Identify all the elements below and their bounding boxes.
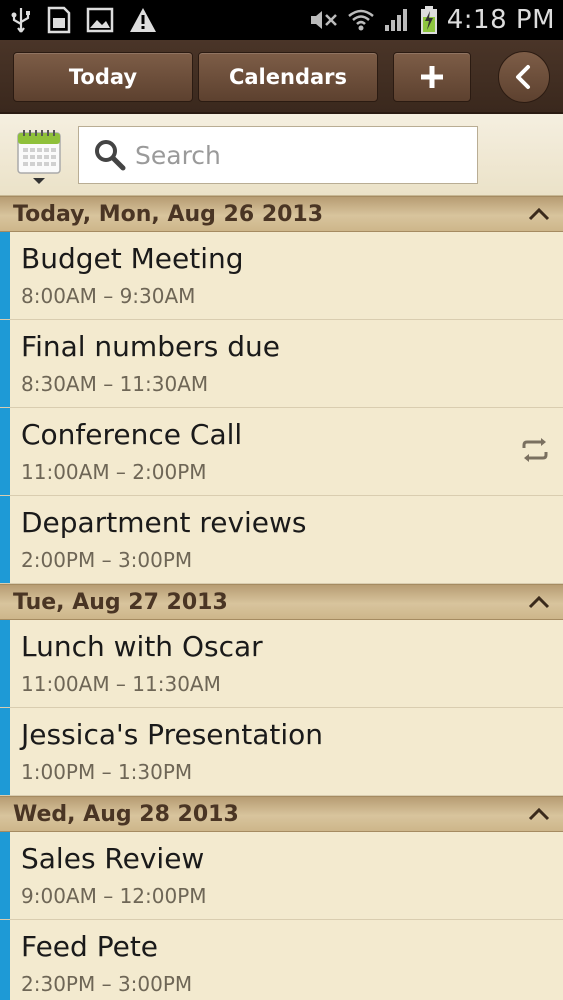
event-time: 8:30AM – 11:30AM [21,372,209,396]
event-row[interactable]: Conference Call 11:00AM – 2:00PM [0,408,563,496]
status-bar: 4:18 PM [0,0,563,40]
repeat-icon [519,436,551,464]
calendar-color-stripe [0,708,10,795]
calendar-color-stripe [0,320,10,407]
event-title: Jessica's Presentation [21,718,324,751]
event-row[interactable]: Feed Pete 2:30PM – 3:00PM [0,920,563,1000]
event-list: Today, Mon, Aug 26 2013 Budget Meeting 8:0… [0,196,563,1000]
event-title: Lunch with Oscar [21,630,263,663]
warning-icon [128,5,158,35]
today-button[interactable]: Today [13,52,193,102]
event-row[interactable]: Department reviews 2:00PM – 3:00PM [0,496,563,584]
calendars-button[interactable]: Calendars [198,52,378,102]
calendar-color-stripe [0,408,10,495]
search-box[interactable] [78,126,478,184]
day-header[interactable]: Wed, Aug 28 2013 [0,796,563,832]
event-title: Department reviews [21,506,307,539]
event-time: 9:00AM – 12:00PM [21,884,207,908]
search-row [0,114,563,196]
sd-card-icon [46,5,72,35]
calendar-color-stripe [0,232,10,319]
event-row[interactable]: Jessica's Presentation 1:00PM – 1:30PM [0,708,563,796]
collapse-chevron-up-icon[interactable] [525,201,553,227]
calendar-icon [17,130,61,184]
no-sound-icon [307,5,339,35]
search-input[interactable] [135,140,455,170]
battery-charging-icon [419,5,439,35]
event-title: Final numbers due [21,330,280,363]
event-row[interactable]: Budget Meeting 8:00AM – 9:30AM [0,232,563,320]
calendar-color-stripe [0,620,10,707]
day-header-title: Tue, Aug 27 2013 [13,589,228,615]
collapse-chevron-up-icon[interactable] [525,801,553,827]
back-button[interactable] [498,51,550,103]
event-row[interactable]: Sales Review 9:00AM – 12:00PM [0,832,563,920]
day-header-title: Wed, Aug 28 2013 [13,801,239,827]
signal-icon [383,5,411,35]
add-event-button[interactable] [393,52,471,102]
plus-icon [421,66,443,88]
event-time: 11:00AM – 11:30AM [21,672,221,696]
image-icon [86,5,114,35]
event-time: 1:00PM – 1:30PM [21,760,193,784]
search-icon [93,138,127,172]
usb-icon [10,5,32,35]
calendar-color-stripe [0,496,10,583]
event-title: Sales Review [21,842,205,875]
day-header-title: Today, Mon, Aug 26 2013 [13,201,324,227]
event-time: 2:30PM – 3:00PM [21,972,193,996]
event-title: Conference Call [21,418,243,451]
calendar-color-stripe [0,920,10,1000]
back-arrow-icon [516,65,530,89]
day-header[interactable]: Today, Mon, Aug 26 2013 [0,196,563,232]
wifi-icon [347,5,375,35]
collapse-chevron-up-icon[interactable] [525,589,553,615]
event-time: 11:00AM – 2:00PM [21,460,207,484]
event-title: Budget Meeting [21,242,244,275]
event-time: 2:00PM – 3:00PM [21,548,193,572]
calendar-view-selector[interactable] [16,129,62,185]
event-title: Feed Pete [21,930,159,963]
calendar-color-stripe [0,832,10,919]
event-row[interactable]: Lunch with Oscar 11:00AM – 11:30AM [0,620,563,708]
event-time: 8:00AM – 9:30AM [21,284,196,308]
day-header[interactable]: Tue, Aug 27 2013 [0,584,563,620]
top-toolbar: Today Calendars [0,40,563,114]
event-row[interactable]: Final numbers due 8:30AM – 11:30AM [0,320,563,408]
status-time: 4:18 PM [446,5,555,35]
